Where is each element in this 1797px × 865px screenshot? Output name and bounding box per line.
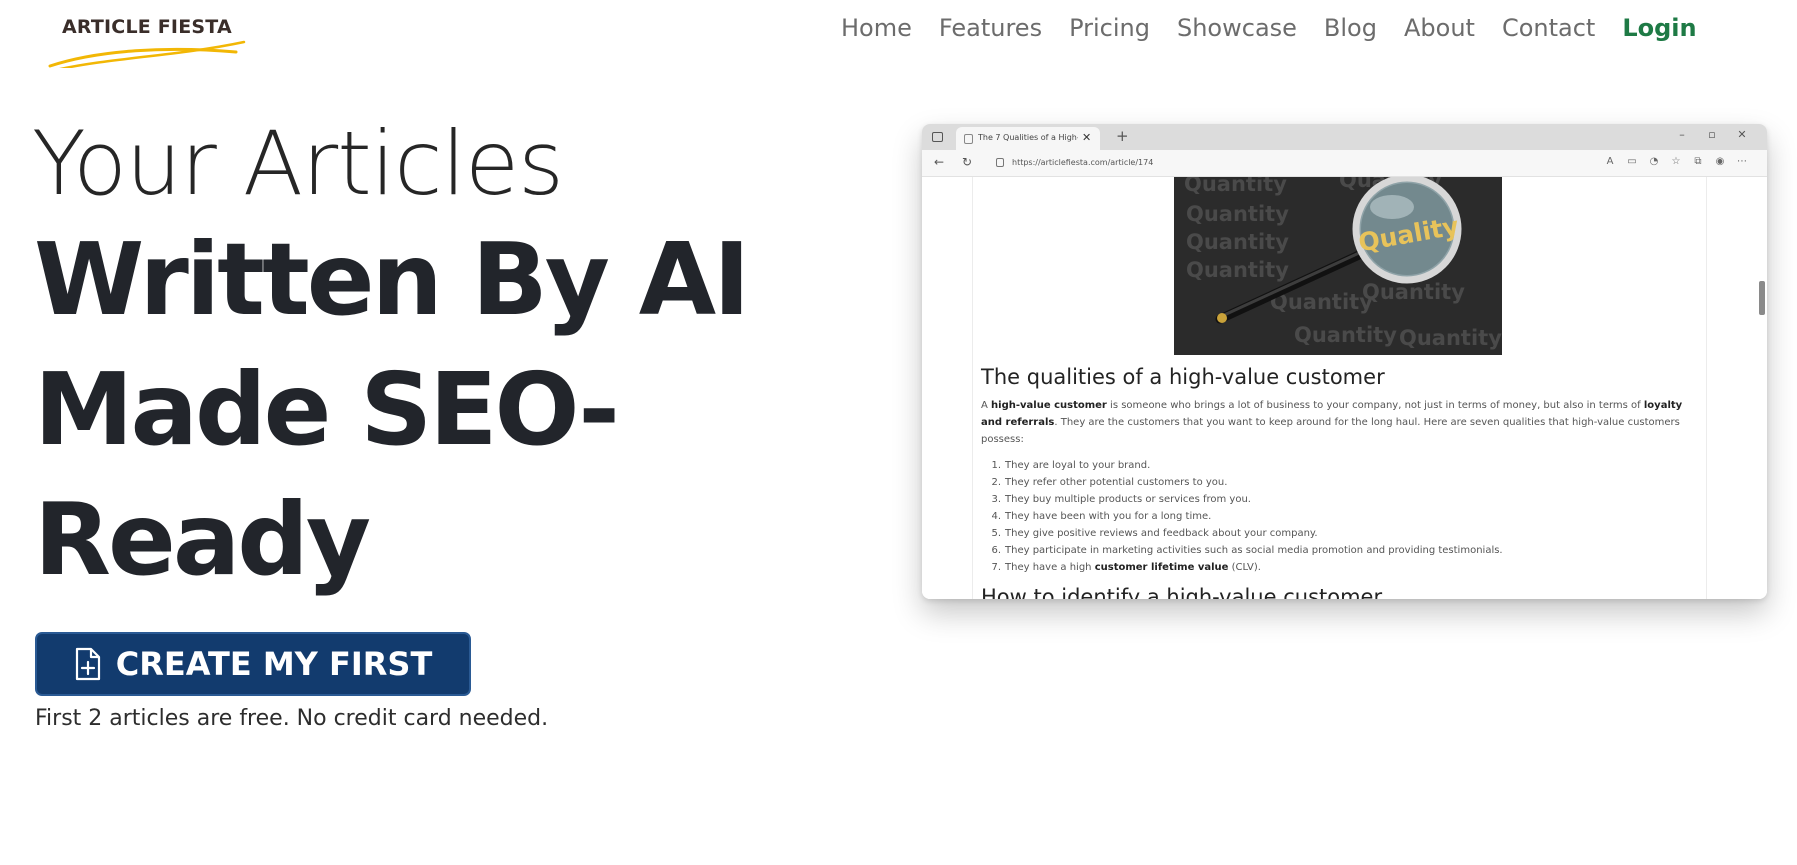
nav-features[interactable]: Features	[939, 14, 1042, 42]
hero-heading-light: Your Articles	[32, 112, 564, 215]
quality-magnifier-image: Quantity Quantity Quantity Quantity Quan…	[1174, 177, 1502, 355]
image-word: Quantity	[1186, 258, 1289, 282]
new-tab-icon[interactable]: +	[1116, 127, 1129, 145]
main-nav: Home Features Pricing Showcase Blog Abou…	[841, 9, 1697, 47]
tracking-icon[interactable]: ◔	[1643, 156, 1665, 167]
browser-tab[interactable]: The 7 Qualities of a High-Value ✕	[956, 127, 1100, 150]
nav-pricing[interactable]: Pricing	[1069, 14, 1150, 42]
browser-tab-bar: The 7 Qualities of a High-Value ✕ + – ▫ …	[922, 124, 1767, 150]
lock-icon	[996, 158, 1004, 167]
list-item: 3. They buy multiple products or services…	[991, 494, 1251, 505]
url-text: https://articlefiesta.com/article/174	[1012, 158, 1154, 167]
image-word: Quantity	[1399, 326, 1502, 350]
app-view-icon[interactable]: ▭	[1621, 156, 1643, 167]
favorite-star-icon[interactable]: ☆	[1665, 156, 1687, 167]
list-item: 6. They participate in marketing activiti…	[991, 545, 1503, 556]
list-item: 7. They have a high customer lifetime val…	[991, 562, 1261, 573]
window-menu-icon[interactable]	[932, 132, 943, 142]
minimize-icon[interactable]: –	[1667, 128, 1697, 141]
image-word: Quantity	[1184, 177, 1287, 196]
list-item: 5. They give positive reviews and feedbac…	[991, 528, 1318, 539]
nav-blog[interactable]: Blog	[1324, 14, 1377, 42]
browser-address-bar: ← ↻ https://articlefiesta.com/article/17…	[922, 150, 1767, 177]
maximize-icon[interactable]: ▫	[1697, 128, 1727, 141]
file-plus-icon	[74, 647, 102, 681]
list-item: 2. They refer other potential customers t…	[991, 477, 1228, 488]
hero-heading-line-1: Written By AI	[34, 221, 750, 338]
reload-icon[interactable]: ↻	[962, 155, 972, 169]
tab-favicon-icon	[964, 134, 973, 144]
url-field[interactable]: https://articlefiesta.com/article/174	[996, 156, 1556, 171]
list-item: 1. They are loyal to your brand.	[991, 460, 1151, 471]
more-menu-icon[interactable]: ⋯	[1731, 156, 1753, 167]
close-window-icon[interactable]: ✕	[1727, 128, 1757, 141]
article-intro: A high-value customer is someone who bri…	[981, 400, 1683, 445]
window-controls: – ▫ ✕	[1667, 128, 1757, 141]
tab-title: The 7 Qualities of a High-Value	[978, 133, 1078, 142]
article-heading: The qualities of a high-value customer	[981, 365, 1385, 389]
nav-contact[interactable]: Contact	[1502, 14, 1595, 42]
viewport-scrollbar[interactable]	[1757, 181, 1765, 595]
logo-swoosh-icon	[48, 40, 246, 68]
image-word: Quantity	[1362, 280, 1465, 304]
nav-about[interactable]: About	[1404, 14, 1475, 42]
image-word: Quantity	[1294, 323, 1397, 347]
back-arrow-icon[interactable]: ←	[934, 155, 944, 169]
nav-login[interactable]: Login	[1622, 14, 1696, 42]
app-preview-screenshot: The 7 Qualities of a High-Value ✕ + – ▫ …	[922, 124, 1767, 599]
scrollbar-thumb[interactable]	[1759, 281, 1765, 315]
free-articles-note: First 2 articles are free. No credit car…	[35, 706, 549, 731]
hero-heading-line-2: Made SEO-	[34, 351, 620, 468]
image-word: Quantity	[1186, 202, 1289, 226]
nav-showcase[interactable]: Showcase	[1177, 14, 1297, 42]
list-item: 4. They have been with you for a long tim…	[991, 511, 1212, 522]
browser-toolbar: A ▭ ◔ ☆ ⧉ ◉ ⋯	[1599, 156, 1753, 167]
read-aloud-icon[interactable]: A	[1599, 156, 1621, 167]
hero-heading-line-3: Ready	[34, 481, 371, 598]
qualities-list: 1. They are loyal to your brand. 2. They r…	[981, 457, 1701, 576]
nav-home[interactable]: Home	[841, 14, 912, 42]
tab-close-icon[interactable]: ✕	[1082, 131, 1091, 144]
article-subheading: How to identify a high-value customer	[981, 585, 1383, 599]
collections-icon[interactable]: ⧉	[1687, 156, 1709, 167]
browser-viewport: Quantity Quantity Quantity Quantity Quan…	[922, 177, 1767, 599]
profile-icon[interactable]: ◉	[1709, 156, 1731, 167]
create-article-label: CREATE MY FIRST	[115, 645, 433, 683]
create-article-button[interactable]: CREATE MY FIRST	[35, 632, 471, 696]
brand-logo[interactable]: ARTICLE FIESTA	[48, 12, 248, 68]
image-word: Quantity	[1186, 230, 1289, 254]
